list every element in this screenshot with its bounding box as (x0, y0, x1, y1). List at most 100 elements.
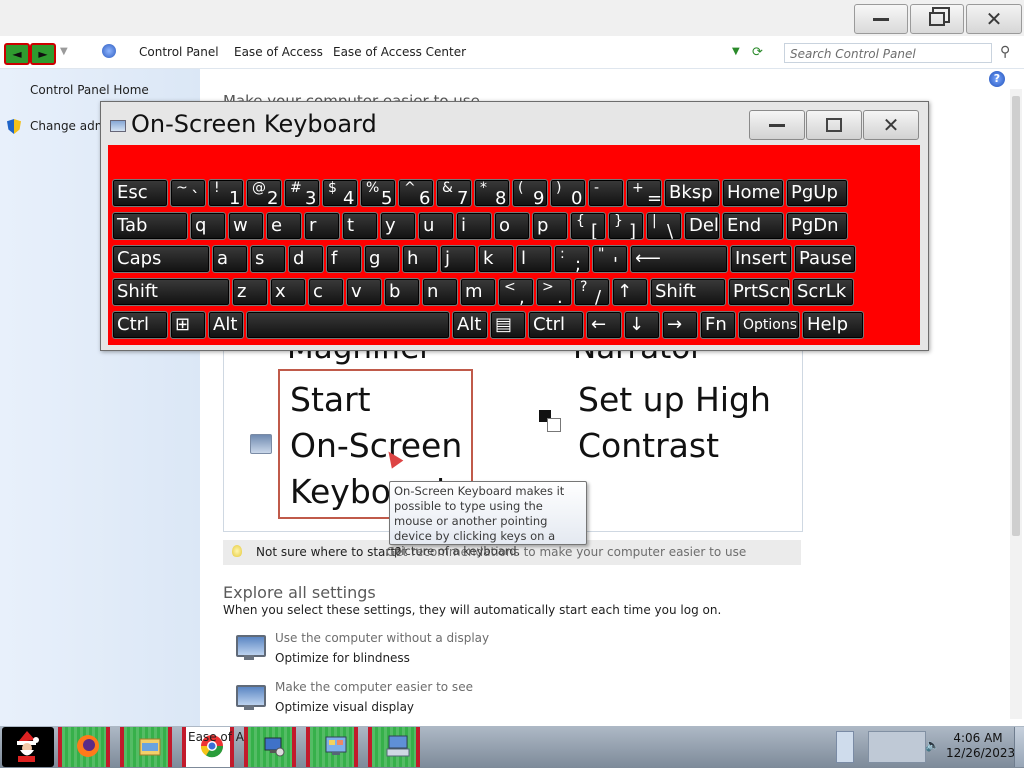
key-k[interactable]: k (478, 245, 514, 273)
key-options[interactable]: Options (738, 311, 800, 339)
key-↑[interactable]: ↑ (612, 278, 648, 306)
refresh-icon[interactable]: ⟳ (752, 45, 763, 60)
window-close-button[interactable]: ✕ (966, 4, 1022, 34)
key-0[interactable]: ) 0 (550, 179, 586, 207)
key-x[interactable]: x (270, 278, 306, 306)
key-del[interactable]: Del (684, 212, 720, 240)
key-=[interactable]: + = (626, 179, 662, 207)
key-c[interactable]: c (308, 278, 344, 306)
key-fn[interactable]: Fn (700, 311, 736, 339)
key-t[interactable]: t (342, 212, 378, 240)
key-▤[interactable]: ▤ (490, 311, 526, 339)
key-][interactable]: }] (608, 212, 644, 240)
key-a[interactable]: a (212, 245, 248, 273)
key-w[interactable]: w (228, 212, 264, 240)
recent-pages-chevron-icon[interactable]: ▼ (60, 46, 68, 57)
key-u[interactable]: u (418, 212, 454, 240)
key-'[interactable]: " ' (592, 245, 628, 273)
osk-minimize-button[interactable] (749, 110, 805, 140)
key-alt[interactable]: Alt (208, 311, 244, 339)
forward-button[interactable]: ► (30, 43, 56, 65)
key-m[interactable]: m (460, 278, 496, 306)
key-ctrl[interactable]: Ctrl (528, 311, 584, 339)
key-/[interactable]: ? / (574, 278, 610, 306)
key-insert[interactable]: Insert (730, 245, 792, 273)
osk-close-button[interactable]: ✕ (863, 110, 919, 140)
scrollbar-thumb[interactable] (1012, 96, 1020, 536)
taskbar-on-screen-keyboard[interactable] (368, 727, 420, 767)
key-[[interactable]: {[ (570, 212, 606, 240)
key-prtscn[interactable]: PrtScn (728, 278, 790, 306)
optimize-for-blindness-link[interactable]: Optimize for blindness (275, 651, 410, 665)
key-,[interactable]: <, (498, 278, 534, 306)
key-y[interactable]: y (380, 212, 416, 240)
key-g[interactable]: g (364, 245, 400, 273)
key-`[interactable]: ~ ` (170, 179, 206, 207)
taskbar-network[interactable] (244, 727, 296, 767)
key-caps[interactable]: Caps (112, 245, 210, 273)
key-v[interactable]: v (346, 278, 382, 306)
set-up-high-contrast-link[interactable]: Set up High Contrast (578, 377, 788, 469)
key-pgup[interactable]: PgUp (786, 179, 848, 207)
key-s[interactable]: s (250, 245, 286, 273)
breadcrumb-control-panel[interactable]: Control Panel (139, 45, 219, 59)
optimize-visual-display-link[interactable]: Optimize visual display (275, 700, 414, 714)
key-j[interactable]: j (440, 245, 476, 273)
key-h[interactable]: h (402, 245, 438, 273)
key-end[interactable]: End (722, 212, 784, 240)
help-icon[interactable]: ? (989, 71, 1005, 87)
key-\[interactable]: | \ (646, 212, 682, 240)
key-space[interactable] (246, 311, 450, 339)
key-pause[interactable]: Pause (794, 245, 856, 273)
key-b[interactable]: b (384, 278, 420, 306)
key-tab[interactable]: Tab (112, 212, 188, 240)
search-input[interactable]: Search Control Panel (784, 43, 992, 63)
taskbar-control-panel[interactable] (306, 727, 358, 767)
key-ctrl[interactable]: Ctrl (112, 311, 168, 339)
key-home[interactable]: Home (722, 179, 784, 207)
key-.[interactable]: >. (536, 278, 572, 306)
key-l[interactable]: l (516, 245, 552, 273)
taskbar-firefox[interactable] (58, 727, 110, 767)
key-r[interactable]: r (304, 212, 340, 240)
key-2[interactable]: @2 (246, 179, 282, 207)
change-administrative-settings-link[interactable]: Change admi (30, 119, 110, 133)
key-f[interactable]: f (326, 245, 362, 273)
osk-maximize-button[interactable] (806, 110, 862, 140)
key-⊞[interactable]: ⊞ (170, 311, 206, 339)
key-_[interactable]: - _ (588, 179, 624, 207)
key-o[interactable]: o (494, 212, 530, 240)
key-help[interactable]: Help (802, 311, 864, 339)
clock-date[interactable]: 12/26/2023 (946, 746, 1015, 760)
key-p[interactable]: p (532, 212, 568, 240)
key-e[interactable]: e (266, 212, 302, 240)
control-panel-home-link[interactable]: Control Panel Home (30, 83, 149, 97)
notification-area-icons[interactable] (868, 731, 926, 763)
key-d[interactable]: d (288, 245, 324, 273)
key-3[interactable]: #3 (284, 179, 320, 207)
window-minimize-button[interactable] (854, 4, 908, 34)
window-restore-button[interactable] (910, 4, 964, 34)
address-dropdown-icon[interactable]: ▼ (732, 46, 740, 57)
key-4[interactable]: $4 (322, 179, 358, 207)
key-→[interactable]: → (662, 311, 698, 339)
volume-icon[interactable]: 🔈 (925, 738, 940, 752)
tray-overflow-icon[interactable] (836, 731, 854, 763)
key-1[interactable]: ! 1 (208, 179, 244, 207)
key-scrlk[interactable]: ScrLk (792, 278, 854, 306)
key-alt[interactable]: Alt (452, 311, 488, 339)
show-desktop-button[interactable] (1014, 727, 1024, 767)
key-8[interactable]: * 8 (474, 179, 510, 207)
key-9[interactable]: (9 (512, 179, 548, 207)
key-n[interactable]: n (422, 278, 458, 306)
key-7[interactable]: & 7 (436, 179, 472, 207)
key-shift[interactable]: Shift (650, 278, 726, 306)
taskbar-file-explorer[interactable] (120, 727, 172, 767)
key-pgdn[interactable]: PgDn (786, 212, 848, 240)
breadcrumb-ease-of-access[interactable]: Ease of Access (234, 45, 323, 59)
key-5[interactable]: % 5 (360, 179, 396, 207)
key-bksp[interactable]: Bksp (664, 179, 720, 207)
breadcrumb-ease-of-access-center[interactable]: Ease of Access Center (333, 45, 466, 59)
search-icon[interactable]: ⚲ (1000, 44, 1010, 60)
clock-time[interactable]: 4:06 AM (952, 731, 1004, 745)
